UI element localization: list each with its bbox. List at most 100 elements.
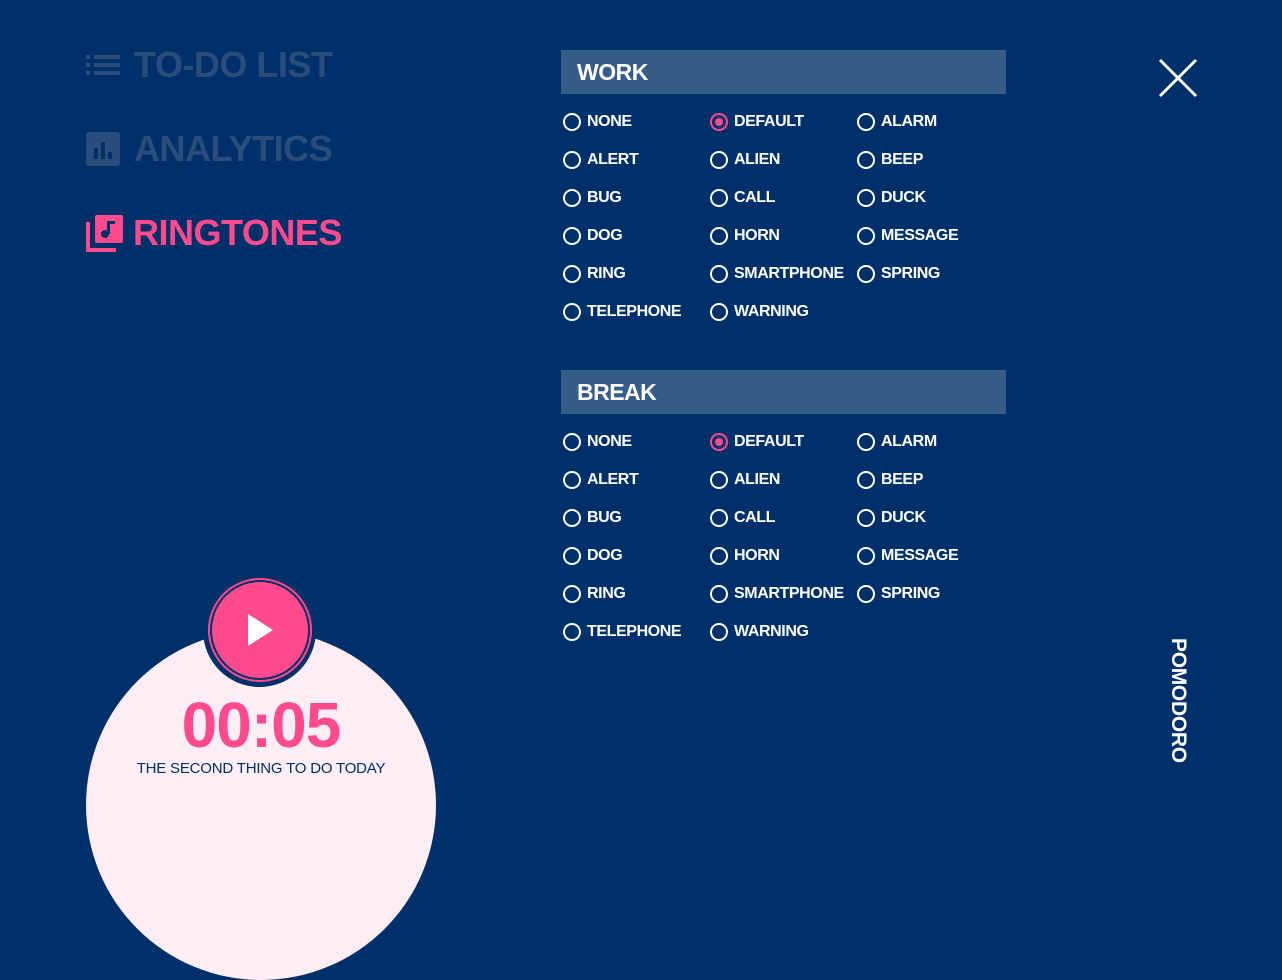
radio-button[interactable] [857, 433, 875, 451]
ringtone-option-dog[interactable]: DOG [563, 547, 623, 565]
radio-button[interactable] [563, 303, 581, 321]
radio-button[interactable] [710, 433, 728, 451]
ringtone-option-label: HORN [734, 547, 780, 564]
close-icon [1158, 58, 1198, 98]
radio-button[interactable] [563, 151, 581, 169]
radio-button[interactable] [857, 227, 875, 245]
ringtone-option-label: HORN [734, 227, 780, 244]
ringtone-option-call[interactable]: CALL [710, 509, 775, 527]
ringtone-option-duck[interactable]: DUCK [857, 189, 926, 207]
radio-button[interactable] [710, 189, 728, 207]
ringtone-option-horn[interactable]: HORN [710, 547, 780, 565]
ringtone-option-default[interactable]: DEFAULT [710, 433, 804, 451]
ringtone-option-smartphone[interactable]: SMARTPHONE [710, 265, 844, 283]
ringtone-option-smartphone[interactable]: SMARTPHONE [710, 585, 844, 603]
radio-button[interactable] [563, 227, 581, 245]
radio-button[interactable] [710, 151, 728, 169]
radio-button[interactable] [857, 189, 875, 207]
list-icon [86, 54, 120, 76]
radio-button[interactable] [710, 585, 728, 603]
radio-button[interactable] [710, 227, 728, 245]
ringtone-option-ring[interactable]: RING [563, 265, 626, 283]
ringtone-option-telephone[interactable]: TELEPHONE [563, 623, 682, 641]
radio-button[interactable] [563, 265, 581, 283]
ringtone-option-label: MESSAGE [881, 227, 959, 244]
ringtone-option-dog[interactable]: DOG [563, 227, 623, 245]
ringtone-option-label: ALERT [587, 151, 639, 168]
ringtone-option-alarm[interactable]: ALARM [857, 113, 937, 131]
play-button[interactable] [210, 580, 310, 680]
radio-button[interactable] [563, 433, 581, 451]
radio-button[interactable] [857, 113, 875, 131]
ringtone-option-message[interactable]: MESSAGE [857, 227, 959, 245]
nav-item-todo-list[interactable]: TO-DO LIST [86, 44, 333, 86]
ringtone-option-label: DUCK [881, 509, 926, 526]
radio-button[interactable] [710, 471, 728, 489]
radio-button[interactable] [710, 303, 728, 321]
radio-button[interactable] [563, 113, 581, 131]
ringtone-option-label: DEFAULT [734, 433, 804, 450]
ringtone-option-spring[interactable]: SPRING [857, 265, 940, 283]
section-title: WORK [561, 50, 1006, 94]
nav-item-label: TO-DO LIST [134, 44, 333, 85]
ringtone-option-alert[interactable]: ALERT [563, 151, 639, 169]
ringtone-option-label: BUG [587, 509, 622, 526]
ringtone-option-none[interactable]: NONE [563, 113, 632, 131]
ringtone-option-beep[interactable]: BEEP [857, 471, 923, 489]
ringtone-option-alien[interactable]: ALIEN [710, 151, 780, 169]
ringtone-option-label: RING [587, 585, 626, 602]
radio-button[interactable] [563, 189, 581, 207]
ringtone-option-label: TELEPHONE [587, 623, 682, 640]
radio-button[interactable] [710, 265, 728, 283]
ringtone-option-label: TELEPHONE [587, 303, 682, 320]
ringtone-option-warning[interactable]: WARNING [710, 623, 809, 641]
ringtone-option-duck[interactable]: DUCK [857, 509, 926, 527]
ringtone-option-default[interactable]: DEFAULT [710, 113, 804, 131]
radio-button[interactable] [710, 623, 728, 641]
work-ringtone-section: WORK NONE DEFAULT ALARM ALERT ALIEN BEEP BUG CA… [561, 50, 1006, 324]
bar-chart-icon [86, 132, 120, 166]
close-button[interactable] [1158, 58, 1198, 98]
ringtone-option-label: CALL [734, 509, 776, 526]
ringtone-option-spring[interactable]: SPRING [857, 585, 940, 603]
ringtone-option-label: BEEP [881, 471, 923, 488]
ringtone-option-bug[interactable]: BUG [563, 509, 622, 527]
ringtone-option-label: MESSAGE [881, 547, 959, 564]
radio-button[interactable] [857, 151, 875, 169]
ringtone-option-ring[interactable]: RING [563, 585, 626, 603]
ringtone-option-alien[interactable]: ALIEN [710, 471, 780, 489]
radio-button[interactable] [857, 471, 875, 489]
ringtone-option-telephone[interactable]: TELEPHONE [563, 303, 682, 321]
nav-item-ringtones[interactable]: RINGTONES [86, 212, 342, 254]
radio-button[interactable] [857, 547, 875, 565]
ringtone-option-label: NONE [587, 433, 632, 450]
ringtone-option-none[interactable]: NONE [563, 433, 632, 451]
radio-button[interactable] [710, 509, 728, 527]
ringtone-option-alarm[interactable]: ALARM [857, 433, 937, 451]
radio-button[interactable] [563, 509, 581, 527]
ringtone-option-beep[interactable]: BEEP [857, 151, 923, 169]
radio-button[interactable] [710, 113, 728, 131]
break-ringtone-section: BREAK NONE DEFAULT ALARM ALERT ALIEN BEEP BUG C… [561, 370, 1006, 644]
ringtone-option-bug[interactable]: BUG [563, 189, 622, 207]
radio-button[interactable] [710, 547, 728, 565]
ringtone-option-label: SPRING [881, 585, 940, 602]
play-icon [248, 614, 273, 646]
radio-button[interactable] [563, 585, 581, 603]
radio-button[interactable] [563, 623, 581, 641]
ringtone-option-call[interactable]: CALL [710, 189, 775, 207]
ringtone-option-warning[interactable]: WARNING [710, 303, 809, 321]
ringtone-option-horn[interactable]: HORN [710, 227, 780, 245]
ringtone-option-message[interactable]: MESSAGE [857, 547, 959, 565]
radio-button[interactable] [857, 509, 875, 527]
radio-button[interactable] [857, 585, 875, 603]
current-task-label: THE SECOND THING TO DO TODAY [136, 760, 386, 777]
timer-display: 00:05 [181, 689, 342, 761]
radio-button[interactable] [563, 471, 581, 489]
radio-button[interactable] [563, 547, 581, 565]
ringtone-option-label: RING [587, 265, 626, 282]
ringtone-option-label: BUG [587, 189, 622, 206]
nav-item-analytics[interactable]: ANALYTICS [86, 128, 333, 170]
ringtone-option-alert[interactable]: ALERT [563, 471, 639, 489]
radio-button[interactable] [857, 265, 875, 283]
